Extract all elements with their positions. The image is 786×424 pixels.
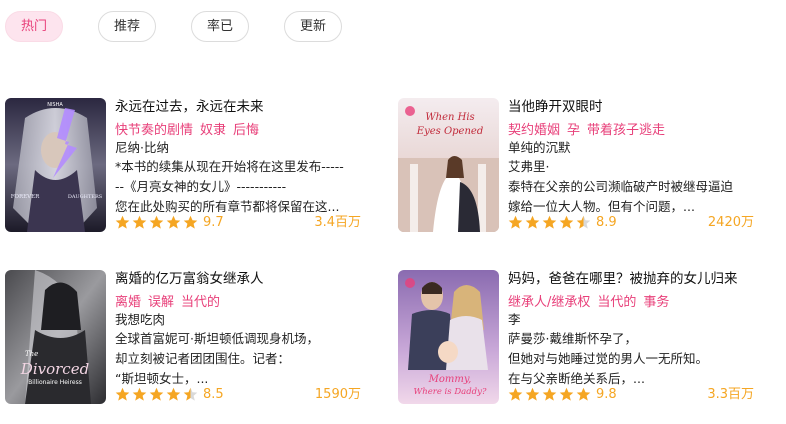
book-description: 艾弗里· 泰特在父亲的公司濒临破产时被继母逼迫 嫁给一位大人物。但有个问题，..… bbox=[508, 157, 763, 217]
book-card[interactable]: Mommy, Where is Daddy? 妈妈，爸爸在哪里？被抛弃的女儿归来… bbox=[398, 270, 768, 406]
star-icon bbox=[525, 215, 540, 229]
star-rating bbox=[115, 215, 200, 230]
tag[interactable]: 事务 bbox=[643, 295, 669, 310]
star-icon bbox=[508, 215, 523, 229]
star-icon bbox=[183, 215, 198, 229]
book-author: 尼纳·比纳 bbox=[115, 140, 169, 155]
rating-score: 9.8 bbox=[596, 387, 617, 402]
tag[interactable]: 带着孩子逃走 bbox=[587, 123, 665, 138]
star-rating bbox=[115, 387, 200, 402]
cover-title-text: The bbox=[25, 350, 38, 358]
tab-recommended[interactable]: 推荐 bbox=[98, 11, 156, 42]
cover-author-text: NISHA bbox=[47, 102, 63, 108]
tag[interactable]: 当代的 bbox=[597, 295, 636, 310]
star-icon bbox=[132, 387, 147, 401]
star-icon bbox=[115, 215, 130, 229]
book-title[interactable]: 当他睁开双眼时 bbox=[508, 98, 763, 116]
book-cover-image: NISHA FOREVER DAUGHTERS bbox=[5, 98, 106, 232]
read-count: 3.3百万 bbox=[707, 387, 754, 402]
star-icon bbox=[149, 215, 164, 229]
star-icon bbox=[132, 215, 147, 229]
cover-title-text: Where is Daddy? bbox=[414, 387, 487, 397]
book-author: 我想吃肉 bbox=[115, 312, 166, 327]
cover-title-text: Eyes Opened bbox=[416, 126, 483, 137]
star-icon bbox=[508, 387, 523, 401]
desc-line: 却立刻被记者团团围住。记者： bbox=[115, 351, 291, 366]
book-description: *本书的续集从现在开始将在这里发布----- --《月亮女神的女儿》------… bbox=[115, 157, 370, 217]
category-tabs: 热门 推荐 率已 更新 bbox=[5, 11, 377, 42]
read-count: 3.4百万 bbox=[314, 215, 361, 230]
cover-title-text: DAUGHTERS bbox=[68, 194, 103, 200]
star-icon bbox=[542, 215, 557, 229]
book-cover-image: Mommy, Where is Daddy? bbox=[398, 270, 499, 404]
tab-hot[interactable]: 热门 bbox=[5, 11, 63, 42]
book-tags: 契约婚姻孕带着孩子逃走 bbox=[508, 122, 763, 139]
star-icon bbox=[183, 387, 198, 401]
read-count: 2420万 bbox=[707, 215, 754, 230]
cover-title-text: When His bbox=[425, 112, 474, 123]
cover-title-text: Divorced bbox=[20, 360, 89, 378]
book-card[interactable]: The Divorced Billionaire Heiress 离婚的亿万富翁… bbox=[5, 270, 375, 406]
tag[interactable]: 奴隶 bbox=[200, 123, 226, 138]
tag[interactable]: 误解 bbox=[148, 295, 174, 310]
book-cover[interactable]: NISHA FOREVER DAUGHTERS bbox=[5, 98, 106, 232]
star-icon bbox=[542, 387, 557, 401]
read-count: 1590万 bbox=[314, 387, 361, 402]
book-tags: 离婚 误解 当代的 bbox=[115, 294, 370, 311]
star-icon bbox=[525, 387, 540, 401]
desc-line: 艾弗里· bbox=[508, 159, 550, 174]
star-icon bbox=[559, 215, 574, 229]
desc-line: *本书的续集从现在开始将在这里发布----- bbox=[115, 159, 344, 174]
book-tags: 继承人/继承权 当代的 事务 bbox=[508, 294, 763, 311]
star-icon bbox=[576, 387, 591, 401]
book-card[interactable]: NISHA FOREVER DAUGHTERS 永远在过去，永远在未来 快节奏的… bbox=[5, 98, 375, 234]
book-title[interactable]: 妈妈，爸爸在哪里？被抛弃的女儿归来 bbox=[508, 270, 763, 288]
star-icon bbox=[166, 387, 181, 401]
star-icon bbox=[115, 387, 130, 401]
tag[interactable]: 继承人/继承权 bbox=[508, 295, 590, 310]
star-rating bbox=[508, 387, 593, 402]
cover-title-text: Mommy, bbox=[428, 374, 472, 385]
book-stats: 8.5 1590万 bbox=[115, 386, 361, 406]
book-stats: 9.8 3.3百万 bbox=[508, 386, 754, 406]
tab-updated[interactable]: 更新 bbox=[284, 11, 342, 42]
book-stats: 9.7 3.4百万 bbox=[115, 214, 361, 234]
book-author: 李 bbox=[508, 312, 521, 327]
tag[interactable]: 后悔 bbox=[233, 123, 259, 138]
star-icon bbox=[149, 387, 164, 401]
star-rating bbox=[508, 215, 593, 230]
cover-title-text: FOREVER bbox=[11, 194, 40, 200]
book-cover-image: When His Eyes Opened bbox=[398, 98, 499, 232]
book-description: 全球首富妮可·斯坦顿低调现身机场， 却立刻被记者团团围住。记者： “斯坦顿女士，… bbox=[115, 329, 370, 389]
star-icon bbox=[576, 215, 591, 229]
tag[interactable]: 当代的 bbox=[181, 295, 220, 310]
book-tags: 快节奏的剧情 奴隶 后悔 bbox=[115, 122, 370, 139]
book-cover-image: The Divorced Billionaire Heiress bbox=[5, 270, 106, 404]
rating-score: 8.9 bbox=[596, 215, 617, 230]
rating-score: 8.5 bbox=[203, 387, 224, 402]
desc-line: 泰特在父亲的公司濒临破产时被继母逼迫 bbox=[508, 179, 734, 194]
cover-subtitle-text: Billionaire Heiress bbox=[28, 379, 82, 386]
book-title[interactable]: 离婚的亿万富翁女继承人 bbox=[115, 270, 370, 288]
book-card[interactable]: When His Eyes Opened 当他睁开双眼时 契约婚姻孕带着孩子逃走… bbox=[398, 98, 768, 234]
rating-score: 9.7 bbox=[203, 215, 224, 230]
book-cover[interactable]: The Divorced Billionaire Heiress bbox=[5, 270, 106, 404]
star-icon bbox=[559, 387, 574, 401]
tab-rate[interactable]: 率已 bbox=[191, 11, 249, 42]
desc-line: --《月亮女神的女儿》----------- bbox=[115, 179, 287, 194]
book-title[interactable]: 永远在过去，永远在未来 bbox=[115, 98, 370, 116]
book-description: 萨曼莎·戴维斯怀孕了， 但她对与她睡过觉的男人一无所知。 在与父亲断绝关系后，.… bbox=[508, 329, 763, 389]
tag[interactable]: 离婚 bbox=[115, 295, 141, 310]
book-cover[interactable]: When His Eyes Opened bbox=[398, 98, 499, 232]
tag[interactable]: 孕 bbox=[567, 123, 580, 138]
desc-line: 全球首富妮可·斯坦顿低调现身机场， bbox=[115, 331, 319, 346]
book-stats: 8.9 2420万 bbox=[508, 214, 754, 234]
desc-line: 但她对与她睡过觉的男人一无所知。 bbox=[508, 351, 709, 366]
tag[interactable]: 契约婚姻 bbox=[508, 123, 560, 138]
desc-line: 萨曼莎·戴维斯怀孕了， bbox=[508, 331, 637, 346]
book-author: 单纯的沉默 bbox=[508, 140, 571, 155]
book-cover[interactable]: Mommy, Where is Daddy? bbox=[398, 270, 499, 404]
tag[interactable]: 快节奏的剧情 bbox=[115, 123, 193, 138]
star-icon bbox=[166, 215, 181, 229]
